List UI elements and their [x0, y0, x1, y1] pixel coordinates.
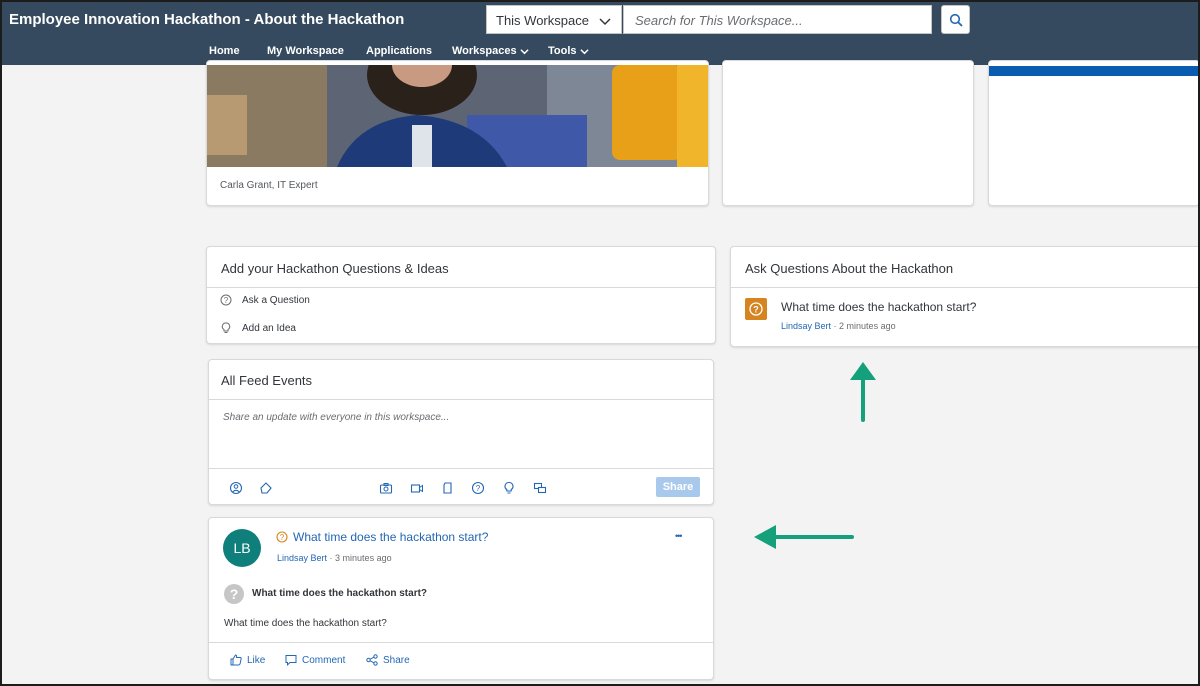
question-icon: ? [220, 294, 232, 306]
like-label: Like [247, 654, 266, 666]
document-icon[interactable] [441, 481, 455, 495]
avatar[interactable]: LB [223, 529, 261, 567]
nav-workspaces-label: Workspaces [452, 45, 517, 57]
feed-card-title: All Feed Events [221, 373, 313, 388]
nav-applications-label: Applications [366, 45, 433, 57]
question-icon[interactable]: ? [471, 481, 485, 495]
comment-button[interactable]: Comment [285, 654, 345, 666]
photo-caption: Carla Grant, IT Expert [220, 180, 318, 191]
ask-question-label: Ask a Question [242, 294, 310, 306]
post-title-link[interactable]: What time does the hackathon start? [293, 530, 488, 544]
post-question-heading: What time does the hackathon start? [252, 588, 428, 599]
share-update-button[interactable]: Share [656, 477, 700, 497]
search-button[interactable] [941, 5, 970, 34]
top-nav: Home My Workspace Applications Workspace… [0, 45, 1200, 61]
share-icon [366, 654, 378, 666]
nav-tools[interactable]: Tools [548, 45, 589, 57]
question-badge-icon: ? [745, 298, 767, 320]
comment-icon [285, 655, 297, 666]
nav-applications[interactable]: Applications [366, 45, 432, 57]
search-icon [949, 13, 963, 27]
tag-icon[interactable] [259, 481, 273, 495]
add-idea-action[interactable]: Add an Idea [220, 322, 296, 334]
feed-update-input[interactable]: Share an update with everyone in this wo… [223, 412, 449, 423]
comment-label: Comment [302, 654, 346, 666]
discussion-icon[interactable] [533, 481, 547, 495]
ask-question-action[interactable]: ? Ask a Question [220, 294, 310, 306]
side-card-banner [989, 66, 1200, 76]
chevron-down-icon [520, 48, 529, 54]
video-icon[interactable] [410, 481, 424, 495]
annotation-arrow-up-icon [850, 362, 876, 422]
question-item-text[interactable]: What time does the hackathon start? [781, 300, 976, 314]
post-time: 3 minutes ago [335, 553, 392, 563]
search-scope-select[interactable]: This Workspace [486, 5, 622, 34]
question-icon: ? [224, 584, 244, 604]
side-card-1 [722, 60, 974, 206]
question-time: 2 minutes ago [839, 321, 896, 331]
question-item-meta: Lindsay Bert · 2 minutes ago [781, 321, 896, 331]
hero-photo [207, 65, 708, 167]
questions-card-title: Ask Questions About the Hackathon [745, 261, 954, 276]
more-options-button[interactable]: ••• [675, 531, 683, 541]
nav-my-workspace[interactable]: My Workspace [267, 45, 344, 57]
annotation-arrow-left-icon [754, 525, 854, 549]
post-author-link[interactable]: Lindsay Bert [277, 553, 327, 563]
post-meta: Lindsay Bert · 3 minutes ago [277, 553, 392, 563]
post-question-body: What time does the hackathon start? [224, 618, 387, 629]
post-title-row[interactable]: ? What time does the hackathon start? [276, 530, 488, 544]
mention-icon[interactable] [229, 481, 243, 495]
lightbulb-icon [221, 322, 231, 333]
page-title: Employee Innovation Hackathon - About th… [9, 11, 405, 28]
nav-workspaces[interactable]: Workspaces [452, 45, 529, 57]
nav-home-label: Home [209, 45, 240, 57]
svg-text:?: ? [230, 586, 239, 602]
question-icon: ? [276, 531, 288, 543]
share-label: Share [383, 654, 410, 666]
nav-tools-label: Tools [548, 45, 577, 57]
camera-icon[interactable] [379, 481, 393, 495]
add-idea-label: Add an Idea [242, 322, 296, 334]
svg-text:?: ? [476, 484, 481, 493]
like-button[interactable]: Like [230, 654, 265, 666]
nav-my-workspace-label: My Workspace [267, 45, 344, 57]
side-card-2 [988, 60, 1200, 206]
nav-home[interactable]: Home [209, 45, 240, 57]
search-scope-value: This Workspace [496, 13, 589, 28]
search-input[interactable]: Search for This Workspace... [623, 5, 932, 34]
chevron-down-icon [599, 18, 611, 26]
share-post-button[interactable]: Share [366, 654, 410, 666]
svg-text:?: ? [753, 305, 759, 315]
chevron-down-icon [579, 48, 589, 54]
lightbulb-icon[interactable] [502, 481, 516, 495]
ideas-card-title: Add your Hackathon Questions & Ideas [221, 261, 449, 276]
svg-text:?: ? [224, 296, 229, 305]
app-header: Employee Innovation Hackathon - About th… [0, 0, 1200, 65]
svg-text:?: ? [280, 533, 285, 542]
thumbs-up-icon [230, 654, 242, 666]
question-author-link[interactable]: Lindsay Bert [781, 321, 831, 331]
